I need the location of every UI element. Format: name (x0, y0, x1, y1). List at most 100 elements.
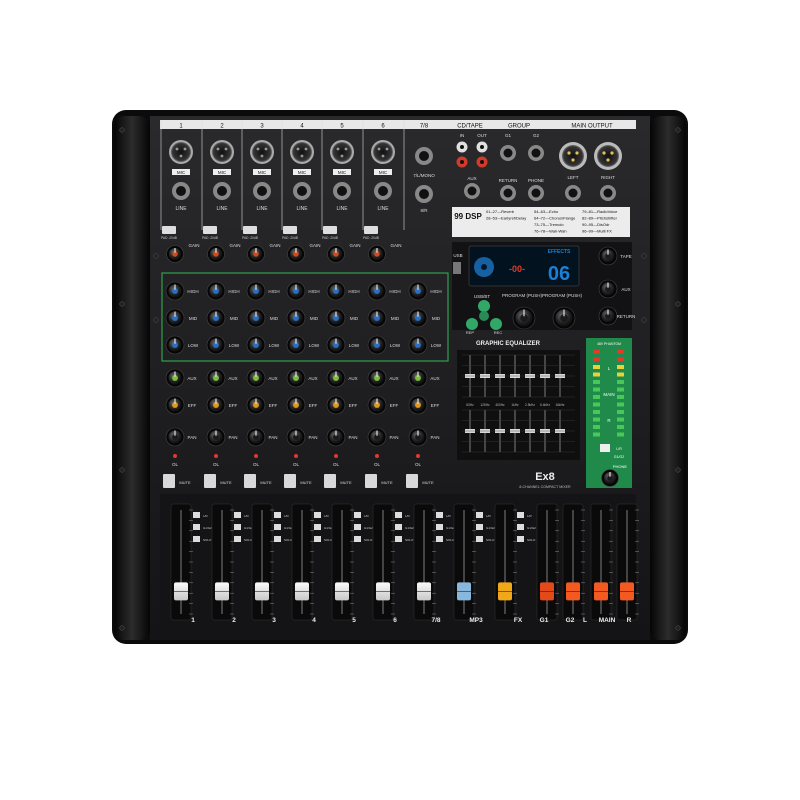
route-switch (517, 512, 524, 518)
line-jack-hole (419, 151, 429, 161)
xlr-main-socket (597, 145, 619, 167)
meter-led-left (593, 357, 600, 362)
mixer-photo: 1 2 3 4 5 6 7/8 CD/TAPE GROUP MAIN OUTPUT MIC LINE M… (0, 0, 800, 800)
xlr-pin (575, 151, 579, 155)
route-switch (476, 512, 483, 518)
pad-switch (283, 226, 297, 234)
mute-label: MUTE (340, 480, 352, 485)
line-label: LINE (377, 206, 389, 212)
pad-switch (162, 226, 176, 234)
mute-label: MUTE (260, 480, 272, 485)
phone-meter-label: PHONE (613, 464, 628, 469)
mute-label: MUTE (381, 480, 393, 485)
main-line-jack-hole (603, 188, 613, 198)
pad-switch (243, 226, 257, 234)
route-switch-label: SOLO (244, 538, 253, 542)
rca-jack-hole (480, 145, 484, 149)
xlr-pin (340, 154, 344, 158)
ol-label: OL (213, 462, 220, 467)
meter-led-right (617, 395, 624, 399)
eff-send-label: EFF (431, 403, 440, 408)
screw (119, 467, 125, 473)
gain-label: GAIN (349, 243, 360, 248)
eq-mid-label: MID (310, 316, 319, 321)
screw (641, 317, 647, 323)
group-header: GROUP (508, 124, 530, 130)
pad-label: PAD -20dB (202, 236, 218, 240)
pad-label: PAD -20dB (363, 236, 379, 240)
eq-high-label: HIGH (430, 289, 441, 294)
route-switch (234, 512, 241, 518)
screw (675, 127, 681, 133)
fader-channel-label: MP3 (469, 617, 483, 624)
rec-label: REC (494, 330, 503, 335)
route-switch (354, 524, 361, 530)
line-jack-hole (217, 186, 227, 196)
pan-label: PAN (309, 435, 318, 440)
overload-led (334, 454, 338, 458)
rca-jack-hole (460, 145, 464, 149)
line-jack-hole (378, 186, 388, 196)
channel-header-label: 7/8 (420, 124, 429, 130)
route-switch (234, 536, 241, 542)
r8-label: 8/R (420, 208, 428, 213)
fader-channel-label: G1 (540, 617, 549, 624)
eff-send-label: EFF (269, 403, 278, 408)
geq-frequency-label: 1kHz (511, 403, 519, 407)
eq-mid-label: MID (230, 316, 239, 321)
route-switch (395, 512, 402, 518)
meter-led-right (617, 380, 624, 384)
fx-preset-label: 64–72—Chorus/Flange (534, 216, 576, 221)
line-label: LINE (175, 206, 187, 212)
xlr-pin (183, 147, 187, 151)
ol-label: OL (333, 462, 340, 467)
xlr-pin (220, 154, 224, 158)
geq-title: GRAPHIC EQUALIZER (476, 341, 541, 347)
route-switch (436, 512, 443, 518)
route-switch (436, 524, 443, 530)
pan-label: PAN (390, 435, 399, 440)
eff-send-label: EFF (188, 403, 197, 408)
out-label: OUT (477, 133, 487, 138)
eq-high-label: HIGH (268, 289, 279, 294)
pan-label: PAN (431, 435, 440, 440)
meter-led-right (617, 402, 624, 407)
geq-frequency-label: 63Hz (466, 403, 474, 407)
left-label: LEFT (567, 175, 578, 180)
screw (675, 301, 681, 307)
xlr-pin (256, 147, 260, 151)
eq-high-label: HIGH (348, 289, 359, 294)
line-jack-hole (176, 186, 186, 196)
eq-high-label: HIGH (389, 289, 400, 294)
fx-preset-label: 73–75—Tremolo (534, 222, 564, 227)
route-switch (193, 536, 200, 542)
media-play-button (479, 311, 489, 321)
meter-led-right (617, 432, 624, 437)
pad-label: PAD -20dB (282, 236, 298, 240)
xlr-pin (385, 147, 389, 151)
route-switch (476, 524, 483, 530)
pan-label: PAN (349, 435, 358, 440)
program-label-left: PROGRAM (PUSH) (502, 293, 543, 298)
screw (119, 301, 125, 307)
fx-preset-label: 96–99—Multi FX (582, 229, 612, 234)
pan-label: PAN (269, 435, 278, 440)
overload-led (214, 454, 218, 458)
eff-send-label: EFF (390, 403, 399, 408)
eq-low-label: LOW (269, 343, 280, 348)
meter-led-left (593, 365, 600, 369)
lr-switch (600, 444, 610, 452)
xlr-pin (344, 147, 348, 151)
eff-send-label: EFF (229, 403, 238, 408)
group-jack-hole (531, 148, 541, 158)
eq-low-label: LOW (309, 343, 320, 348)
route-switch-label: SOLO (446, 538, 455, 542)
lr-switch-label: L/R (616, 447, 622, 451)
aux-label: AUX (467, 176, 476, 181)
program-label-right: PROGRAM (PUSH) (542, 293, 583, 298)
xlr-pin (610, 151, 614, 155)
header-strip (160, 120, 636, 129)
fx-preset-label: 82–89—Pitchshifter (582, 216, 618, 221)
fader-channel-label: 4 (312, 617, 316, 624)
model-label: Ex8 (535, 471, 555, 483)
